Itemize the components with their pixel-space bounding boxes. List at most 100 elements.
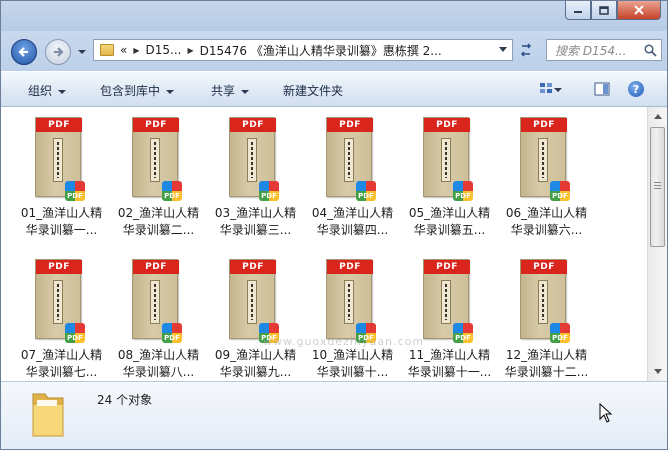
book-title-strip <box>53 280 63 324</box>
file-name-line-2: 华录训纂四... <box>316 223 389 237</box>
file-name-line-2: 华录训纂八... <box>122 365 195 379</box>
folder-icon <box>100 44 114 56</box>
pdf-badge-label: PDF <box>164 334 180 342</box>
pdf-banner: PDF <box>36 260 82 274</box>
pdf-banner: PDF <box>133 118 179 132</box>
file-item[interactable]: PDF PDF 07_渔洋山人精 华录训纂七... <box>13 257 110 381</box>
pdf-thumbnail: PDF PDF <box>326 259 376 343</box>
chevron-right-icon[interactable]: ▶ <box>187 46 193 55</box>
pdf-app-icon: PDF <box>453 181 473 201</box>
file-name-line-2: 华录训纂十... <box>316 365 389 379</box>
pdf-banner: PDF <box>327 118 373 132</box>
scrollbar-thumb[interactable] <box>650 127 665 247</box>
pdf-thumbnail: PDF PDF <box>132 259 182 343</box>
file-item[interactable]: PDF PDF 01_渔洋山人精 华录训纂一... <box>13 115 110 247</box>
pdf-app-icon: PDF <box>162 323 182 343</box>
include-in-library-menu[interactable]: 包含到库中 <box>100 82 175 99</box>
file-name-line-1: 09_渔洋山人精 <box>214 348 297 362</box>
pdf-badge-label: PDF <box>358 334 374 342</box>
back-arrow-icon <box>18 47 28 57</box>
details-pane: 24 个对象 <box>1 381 667 449</box>
file-name-line-2: 华录训纂一... <box>25 223 98 237</box>
preview-pane-icon[interactable] <box>593 81 611 97</box>
refresh-button[interactable] <box>518 43 536 59</box>
file-name: 07_渔洋山人精 华录训纂七... <box>13 347 110 381</box>
book-title-strip <box>247 280 257 324</box>
item-count: 24 个对象 <box>97 393 153 407</box>
address-bar[interactable]: « ▶ D15... ▶ D15476 《渔洋山人精华录训纂》惠栋撰 2... <box>93 39 513 61</box>
vertical-scrollbar[interactable] <box>647 107 667 381</box>
scroll-up-button[interactable] <box>650 109 665 124</box>
pdf-banner: PDF <box>521 118 567 132</box>
navigation-bar: « ▶ D15... ▶ D15476 《渔洋山人精华录训纂》惠栋撰 2... … <box>1 31 667 71</box>
organize-label: 组织 <box>28 84 53 98</box>
command-bar: 组织 包含到库中 共享 新建文件夹 ? <box>1 71 667 107</box>
book-title-strip <box>150 138 160 182</box>
search-input[interactable]: 搜索 D154... <box>555 42 626 59</box>
file-name-line-1: 03_渔洋山人精 <box>214 206 297 220</box>
file-item[interactable]: PDF PDF 10_渔洋山人精 华录训纂十... <box>304 257 401 381</box>
book-title-strip <box>441 138 451 182</box>
pdf-thumbnail: PDF PDF <box>520 259 570 343</box>
new-folder-button[interactable]: 新建文件夹 <box>283 82 343 99</box>
chevron-down-icon <box>241 89 250 94</box>
file-name: 05_渔洋山人精 华录训纂五... <box>401 205 498 239</box>
scroll-down-button[interactable] <box>650 364 665 379</box>
breadcrumb-overflow[interactable]: « <box>120 43 127 57</box>
pdf-thumbnail: PDF PDF <box>229 117 279 201</box>
maximize-button[interactable] <box>591 1 617 20</box>
file-name: 08_渔洋山人精 华录训纂八... <box>110 347 207 381</box>
file-item[interactable]: PDF PDF 06_渔洋山人精 华录训纂六... <box>498 115 595 247</box>
forward-button[interactable] <box>45 39 71 65</box>
search-box[interactable]: 搜索 D154... <box>546 39 662 61</box>
file-item[interactable]: PDF PDF 09_渔洋山人精 华录训纂九... <box>207 257 304 381</box>
pdf-app-icon: PDF <box>453 323 473 343</box>
file-name: 04_渔洋山人精 华录训纂四... <box>304 205 401 239</box>
file-name-line-1: 05_渔洋山人精 <box>408 206 491 220</box>
back-button[interactable] <box>11 39 37 65</box>
file-item[interactable]: PDF PDF 05_渔洋山人精 华录训纂五... <box>401 115 498 247</box>
minimize-button[interactable] <box>565 1 591 20</box>
title-bar[interactable] <box>1 1 667 31</box>
file-item[interactable]: PDF PDF 08_渔洋山人精 华录训纂八... <box>110 257 207 381</box>
file-item[interactable]: PDF PDF 12_渔洋山人精 华录训纂十二... <box>498 257 595 381</box>
organize-menu[interactable]: 组织 <box>28 82 67 99</box>
pdf-banner: PDF <box>133 260 179 274</box>
file-name-line-1: 11_渔洋山人精 <box>408 348 491 362</box>
book-title-strip <box>344 138 354 182</box>
book-title-strip <box>53 138 63 182</box>
pdf-badge-label: PDF <box>455 192 471 200</box>
search-icon[interactable] <box>644 43 657 57</box>
book-title-strip <box>538 280 548 324</box>
pdf-app-icon: PDF <box>356 181 376 201</box>
book-title-strip <box>247 138 257 182</box>
pdf-banner: PDF <box>230 260 276 274</box>
pdf-badge-label: PDF <box>67 334 83 342</box>
pdf-app-icon: PDF <box>550 181 570 201</box>
file-list-pane[interactable]: PDF PDF 01_渔洋山人精 华录训纂一... PDF PDF 02_渔洋山人精 华录训纂… <box>1 107 647 381</box>
file-name: 06_渔洋山人精 华录训纂六... <box>498 205 595 239</box>
breadcrumb-item-current[interactable]: D15476 《渔洋山人精华录训纂》惠栋撰 2... <box>200 42 442 59</box>
file-item[interactable]: PDF PDF 04_渔洋山人精 华录训纂四... <box>304 115 401 247</box>
chevron-down-icon <box>653 369 662 374</box>
share-menu[interactable]: 共享 <box>211 82 250 99</box>
file-name-line-2: 华录训纂十二... <box>504 365 589 379</box>
chevron-down-icon[interactable] <box>499 47 507 53</box>
pdf-badge-label: PDF <box>358 192 374 200</box>
share-label: 共享 <box>211 84 236 98</box>
file-item[interactable]: PDF PDF 11_渔洋山人精 华录训纂十一... <box>401 257 498 381</box>
chevron-down-icon[interactable] <box>554 81 562 97</box>
pdf-thumbnail: PDF PDF <box>35 259 85 343</box>
file-item[interactable]: PDF PDF 03_渔洋山人精 华录训纂三... <box>207 115 304 247</box>
recent-pages-dropdown[interactable] <box>77 47 87 57</box>
file-name-line-2: 华录训纂五... <box>413 223 486 237</box>
help-icon[interactable]: ? <box>628 81 644 97</box>
pdf-thumbnail: PDF PDF <box>132 117 182 201</box>
file-name: 01_渔洋山人精 华录训纂一... <box>13 205 110 239</box>
close-button[interactable] <box>617 1 661 20</box>
scrollbar-grip <box>654 182 661 190</box>
file-item[interactable]: PDF PDF 02_渔洋山人精 华录训纂二... <box>110 115 207 247</box>
pdf-app-icon: PDF <box>356 323 376 343</box>
breadcrumb-item[interactable]: D15... <box>146 43 182 57</box>
folder-icon <box>32 393 64 437</box>
